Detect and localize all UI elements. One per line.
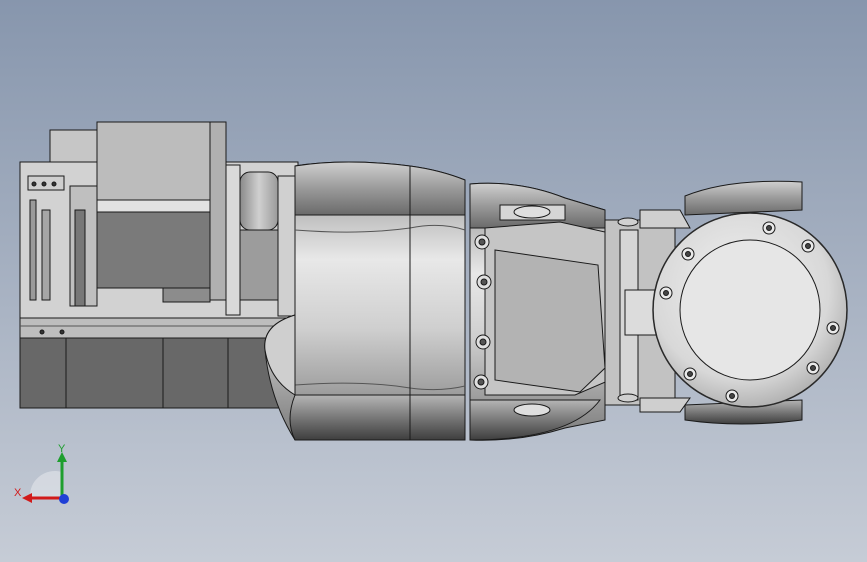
robot-arm-model[interactable] — [0, 0, 867, 562]
z-axis-dot-icon — [59, 494, 69, 504]
triad-plane-icon — [29, 470, 62, 498]
x-axis-arrowhead-icon — [22, 493, 32, 503]
axis-triad-icon: Y X — [14, 443, 69, 504]
base-assembly[interactable] — [19, 121, 299, 409]
upper-arm-link[interactable] — [264, 161, 466, 441]
y-axis-label: Y — [58, 443, 66, 455]
cad-graphics-viewport[interactable]: Y X — [0, 0, 867, 562]
forearm-link[interactable] — [469, 182, 611, 441]
x-axis-label: X — [14, 487, 22, 499]
